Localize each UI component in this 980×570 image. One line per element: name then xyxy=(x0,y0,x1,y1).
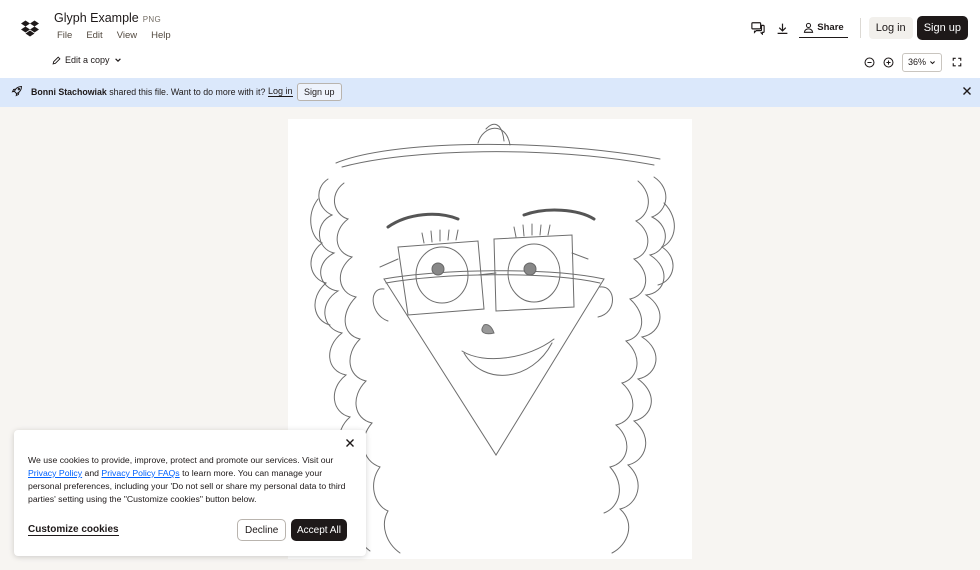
menu-help[interactable]: Help xyxy=(144,30,178,41)
edit-copy-dropdown[interactable]: Edit a copy xyxy=(52,55,126,65)
edit-copy-label: Edit a copy xyxy=(65,55,110,65)
banner-login-link[interactable]: Log in xyxy=(268,86,293,97)
chevron-down-icon xyxy=(930,60,935,64)
menu-edit[interactable]: Edit xyxy=(79,30,109,41)
banner-text: shared this file. Want to do more with i… xyxy=(109,87,266,97)
menu-view[interactable]: View xyxy=(110,30,144,41)
share-button[interactable]: Share xyxy=(799,18,848,38)
login-button[interactable]: Log in xyxy=(868,17,913,39)
privacy-faqs-link[interactable]: Privacy Policy FAQs xyxy=(101,468,179,478)
accept-all-button[interactable]: Accept All xyxy=(291,519,347,541)
close-icon[interactable] xyxy=(345,438,355,448)
download-button[interactable] xyxy=(771,17,793,39)
fullscreen-button[interactable] xyxy=(948,51,966,73)
top-actions: Share Log in Sign up xyxy=(747,16,968,40)
divider xyxy=(859,18,861,38)
file-name: Glyph Example xyxy=(54,11,139,25)
file-ext-badge: PNG xyxy=(142,15,162,24)
cookie-dialog: We use cookies to provide, improve, prot… xyxy=(14,430,366,556)
cookie-text-and: and xyxy=(84,468,100,478)
share-user-icon xyxy=(804,22,814,33)
menu-bar: File Edit View Help xyxy=(50,30,178,41)
zoom-value: 36% xyxy=(907,57,926,67)
privacy-policy-link[interactable]: Privacy Policy xyxy=(28,468,82,478)
comments-button[interactable] xyxy=(747,17,769,39)
rocket-icon xyxy=(11,86,22,97)
zoom-in-icon xyxy=(883,57,894,67)
cookie-message: We use cookies to provide, improve, prot… xyxy=(28,454,350,506)
cookie-text-1: We use cookies to provide, improve, prot… xyxy=(28,455,334,465)
banner-signup-button[interactable]: Sign up xyxy=(297,83,342,101)
top-bar: Glyph Example PNG File Edit View Help Sha… xyxy=(0,0,980,78)
comments-icon xyxy=(751,22,765,35)
download-icon xyxy=(777,23,788,34)
file-title: Glyph Example PNG xyxy=(54,11,161,25)
signup-button[interactable]: Sign up xyxy=(916,16,968,40)
share-label: Share xyxy=(817,22,844,33)
banner-message: Bonni Stachowiak shared this file. Want … xyxy=(31,87,265,97)
zoom-in-button[interactable] xyxy=(879,51,898,73)
zoom-out-button[interactable] xyxy=(860,51,879,73)
customize-cookies-button[interactable]: Customize cookies xyxy=(28,524,119,536)
zoom-out-icon xyxy=(864,57,875,67)
banner-owner: Bonni Stachowiak xyxy=(31,87,107,97)
close-icon[interactable] xyxy=(962,86,972,96)
zoom-controls: 36% xyxy=(860,51,966,73)
shared-banner: Bonni Stachowiak shared this file. Want … xyxy=(0,78,980,107)
chevron-down-icon xyxy=(114,58,121,63)
menu-file[interactable]: File xyxy=(50,30,79,41)
zoom-select[interactable]: 36% xyxy=(902,52,942,72)
decline-button[interactable]: Decline xyxy=(237,519,287,541)
fullscreen-icon xyxy=(952,57,962,67)
pencil-icon xyxy=(52,55,61,64)
dropbox-logo-icon[interactable] xyxy=(21,19,39,37)
